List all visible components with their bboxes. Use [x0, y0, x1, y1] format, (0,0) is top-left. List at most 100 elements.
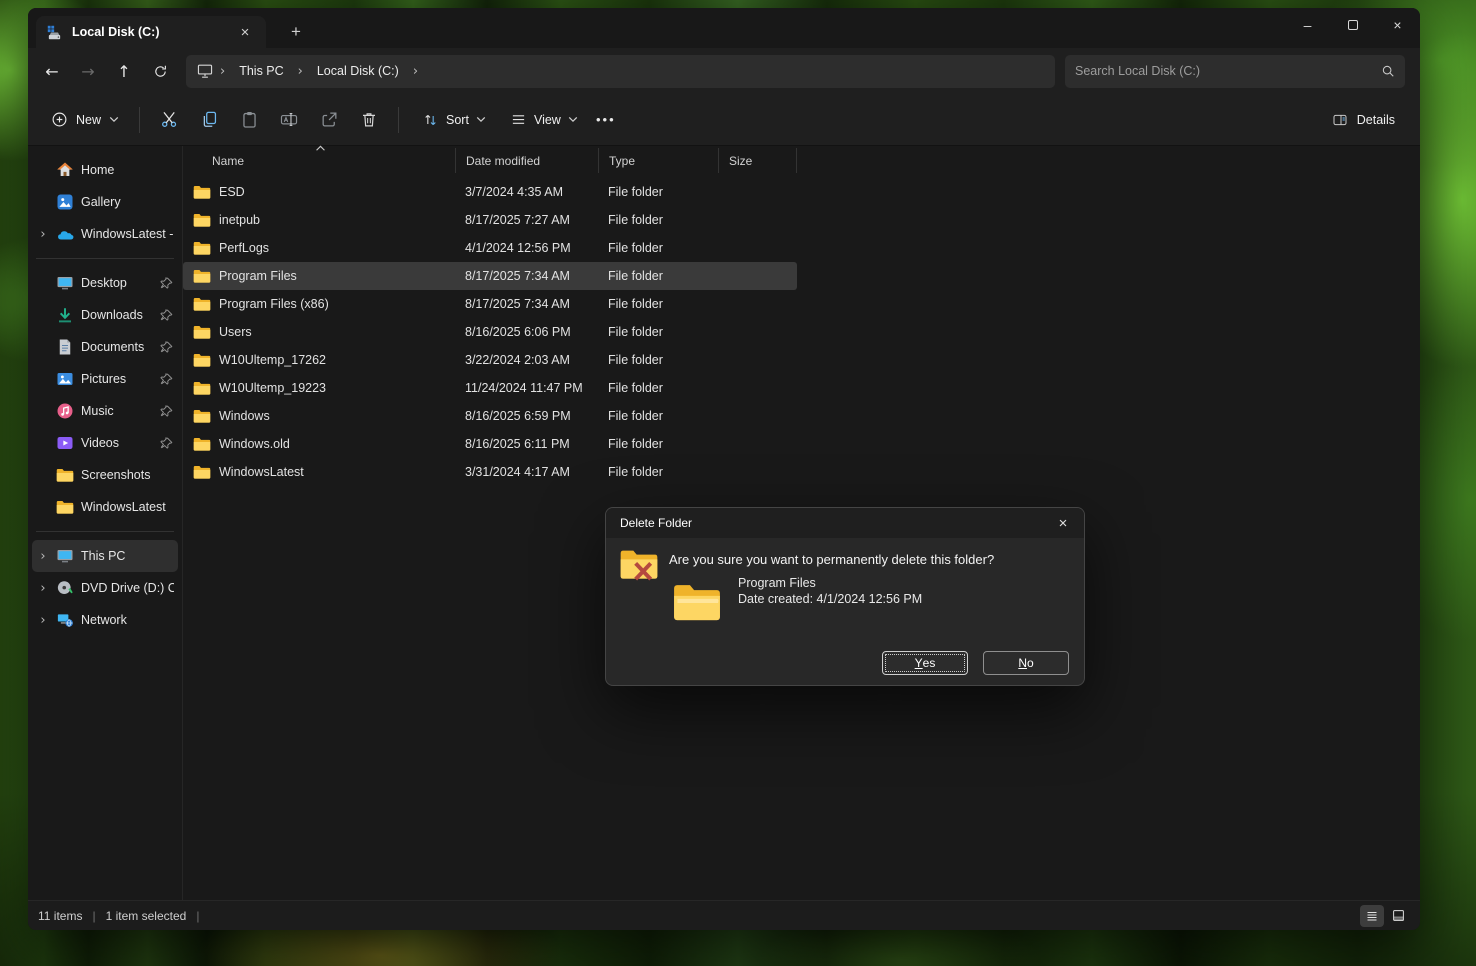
- sidebar-item-pictures[interactable]: Pictures: [32, 363, 178, 395]
- close-button[interactable]: ×: [1375, 8, 1420, 42]
- folder-icon: [193, 465, 211, 480]
- sidebar-item-videos[interactable]: Videos: [32, 427, 178, 459]
- refresh-icon: [153, 64, 168, 79]
- column-header-date[interactable]: Date modified: [455, 148, 598, 173]
- new-button[interactable]: New: [40, 104, 130, 135]
- toolbar-divider: [398, 107, 399, 133]
- delete-button[interactable]: [349, 102, 389, 138]
- folder-icon: [193, 353, 211, 368]
- search-icon: [1381, 64, 1395, 78]
- navigation-bar: ← → ↑ › This PC › Local Disk (C:) ›: [28, 48, 1420, 94]
- dialog-close-icon[interactable]: ×: [1050, 512, 1076, 534]
- new-tab-button[interactable]: +: [282, 18, 310, 46]
- folder-icon: [193, 269, 211, 284]
- sidebar-item-downloads[interactable]: Downloads: [32, 299, 178, 331]
- paste-button[interactable]: [229, 102, 269, 138]
- large-icons-view-icon: [1391, 909, 1406, 922]
- folder-icon: [193, 409, 211, 424]
- delete-folder-dialog: Delete Folder × Are you sure you want to…: [605, 507, 1085, 686]
- folder-icon: [193, 241, 211, 256]
- sort-button[interactable]: Sort: [412, 105, 496, 135]
- file-row[interactable]: Windows8/16/2025 6:59 PMFile folder: [183, 402, 797, 430]
- details-pane-button[interactable]: Details: [1321, 105, 1405, 135]
- rename-button[interactable]: [269, 102, 309, 138]
- tab-local-disk[interactable]: Local Disk (C:) ×: [36, 16, 266, 48]
- yes-button[interactable]: Yes: [882, 651, 968, 675]
- this-pc-icon[interactable]: [196, 63, 214, 79]
- minimize-button[interactable]: –: [1285, 8, 1330, 42]
- documents-icon: [56, 338, 75, 357]
- chevron-down-icon: [109, 116, 119, 123]
- sidebar-item-screenshots[interactable]: Screenshots: [32, 459, 178, 491]
- search-box[interactable]: [1065, 55, 1405, 88]
- no-button[interactable]: No: [983, 651, 1069, 675]
- thispc-icon: [56, 547, 75, 566]
- command-toolbar: New Sort View: [28, 94, 1420, 146]
- search-input[interactable]: [1075, 64, 1381, 78]
- chevron-right-icon[interactable]: ›: [411, 64, 420, 79]
- sidebar-item-windowslatest[interactable]: WindowsLatest: [32, 491, 178, 523]
- desktop-icon: [56, 274, 75, 293]
- file-row[interactable]: PerfLogs4/1/2024 12:56 PMFile folder: [183, 234, 797, 262]
- paste-icon: [240, 110, 259, 129]
- refresh-button[interactable]: [142, 55, 178, 87]
- sidebar-item-music[interactable]: Music: [32, 395, 178, 427]
- breadcrumb-local-disk[interactable]: Local Disk (C:): [309, 61, 407, 81]
- maximize-button[interactable]: [1330, 8, 1375, 42]
- videos-icon: [56, 434, 75, 453]
- file-row[interactable]: inetpub8/17/2025 7:27 AMFile folder: [183, 206, 797, 234]
- folder-icon: [193, 437, 211, 452]
- back-button[interactable]: ←: [34, 55, 70, 87]
- sidebar-item-gallery[interactable]: Gallery: [32, 186, 178, 218]
- sidebar-item-documents[interactable]: Documents: [32, 331, 178, 363]
- column-header-size[interactable]: Size: [718, 148, 797, 173]
- column-header-name[interactable]: Name: [183, 148, 455, 173]
- chevron-down-icon: [476, 116, 486, 123]
- details-pane-icon: [1331, 112, 1349, 128]
- sidebar-item-home[interactable]: Home: [32, 154, 178, 186]
- file-row[interactable]: ESD3/7/2024 4:35 AMFile folder: [183, 178, 797, 206]
- tab-close-icon[interactable]: ×: [234, 21, 256, 43]
- file-row[interactable]: W10Ultemp_1922311/24/2024 11:47 PMFile f…: [183, 374, 797, 402]
- expand-chevron-icon[interactable]: ›: [36, 549, 50, 564]
- cut-button[interactable]: [149, 102, 189, 138]
- drive-icon: [46, 24, 63, 41]
- file-row[interactable]: Windows.old8/16/2025 6:11 PMFile folder: [183, 430, 797, 458]
- share-button[interactable]: [309, 102, 349, 138]
- file-row[interactable]: W10Ultemp_172623/22/2024 2:03 AMFile fol…: [183, 346, 797, 374]
- onedrive-icon: [56, 225, 75, 244]
- pictures-icon: [56, 370, 75, 389]
- pin-icon: [159, 340, 174, 355]
- details-pane-label: Details: [1357, 113, 1395, 127]
- expand-chevron-icon[interactable]: ›: [36, 227, 50, 242]
- forward-button[interactable]: →: [70, 55, 106, 87]
- pin-icon: [159, 372, 174, 387]
- tab-title: Local Disk (C:): [72, 25, 225, 39]
- share-icon: [320, 110, 339, 129]
- dialog-folder-name: Program Files: [738, 575, 922, 591]
- sidebar-item-windowslatest-pe[interactable]: ›WindowsLatest - Pe: [32, 218, 178, 250]
- view-button-label: View: [534, 113, 561, 127]
- expand-chevron-icon[interactable]: ›: [36, 581, 50, 596]
- details-view-toggle[interactable]: [1360, 905, 1384, 927]
- expand-chevron-icon[interactable]: ›: [36, 613, 50, 628]
- file-row[interactable]: WindowsLatest3/31/2024 4:17 AMFile folde…: [183, 458, 797, 486]
- home-icon: [56, 161, 75, 180]
- file-row[interactable]: Program Files8/17/2025 7:34 AMFile folde…: [183, 262, 797, 290]
- folder-icon: [193, 381, 211, 396]
- sidebar-item-desktop[interactable]: Desktop: [32, 267, 178, 299]
- more-options-button[interactable]: •••: [588, 102, 624, 138]
- music-icon: [56, 402, 75, 421]
- large-icons-view-toggle[interactable]: [1386, 905, 1410, 927]
- sidebar-item-this-pc[interactable]: ›This PC: [32, 540, 178, 572]
- sidebar-item-dvd-drive-d-ccc[interactable]: ›DVD Drive (D:) CCC: [32, 572, 178, 604]
- sidebar-item-network[interactable]: ›Network: [32, 604, 178, 636]
- file-row[interactable]: Program Files (x86)8/17/2025 7:34 AMFile…: [183, 290, 797, 318]
- up-button[interactable]: ↑: [106, 55, 142, 87]
- copy-button[interactable]: [189, 102, 229, 138]
- view-button[interactable]: View: [500, 105, 588, 134]
- folder-icon: [193, 325, 211, 340]
- column-header-type[interactable]: Type: [598, 148, 718, 173]
- file-row[interactable]: Users8/16/2025 6:06 PMFile folder: [183, 318, 797, 346]
- breadcrumb-this-pc[interactable]: This PC: [231, 61, 291, 81]
